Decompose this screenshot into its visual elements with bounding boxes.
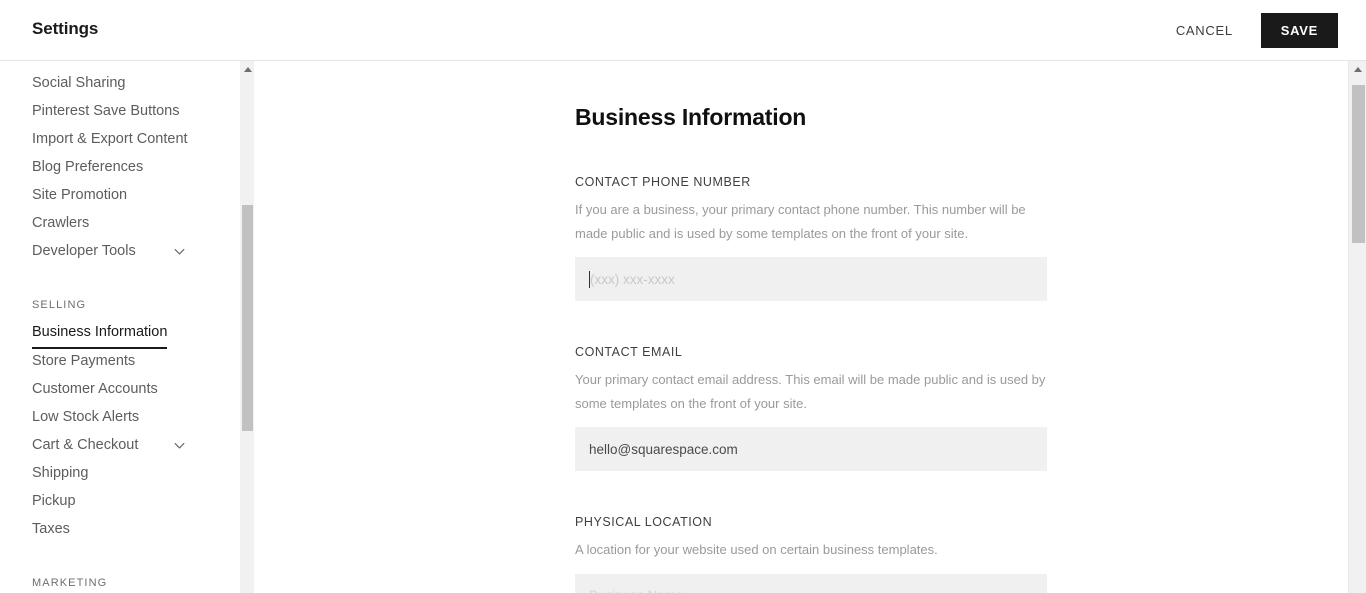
sidebar-item-label: Store Payments [32,353,136,369]
sidebar-item-label: Cart & Checkout [32,437,139,453]
sidebar-item-label: Site Promotion [32,187,128,203]
sidebar-item-blog-preferences[interactable]: Blog Preferences [0,153,240,181]
sidebar-item-label: Customer Accounts [32,381,158,397]
sidebar-item-site-promotion[interactable]: Site Promotion [0,181,240,209]
sidebar-item-social-sharing[interactable]: Social Sharing [0,69,240,97]
triangle-up-glyph [243,66,252,72]
triangle-up-glyph [1353,67,1362,72]
triangle-up-icon[interactable] [240,61,255,77]
sidebar-scrollbar-thumb[interactable] [242,205,253,431]
chevron-down-icon[interactable] [173,245,186,258]
field-group-physical-location: PHYSICAL LOCATION A location for your web… [575,515,1047,593]
chevron-down-icon[interactable] [173,439,186,452]
sidebar-item-label: Import & Export Content [32,131,188,147]
sidebar-item-developer-tools[interactable]: Developer Tools [0,237,240,265]
sidebar-item-label: Crawlers [32,215,90,231]
sidebar-item-business-information[interactable]: Business Information [0,318,240,349]
sidebar-item-label: Social Sharing [32,75,126,91]
sidebar-item-label: Pickup [32,493,76,509]
sidebar-item-label: Low Stock Alerts [32,409,140,425]
field-label: CONTACT PHONE NUMBER [575,175,751,189]
cancel-button[interactable]: CANCEL [1160,13,1249,48]
sidebar-item-label: Pinterest Save Buttons [32,103,180,119]
header-actions: CANCEL SAVE [1160,13,1338,48]
field-description: Your primary contact email address. This… [575,372,1046,411]
physical-location-input[interactable]: Business Name [575,573,1047,593]
sidebar-item-pinterest-save-buttons[interactable]: Pinterest Save Buttons [0,97,240,125]
sidebar-item-label: Blog Preferences [32,159,144,175]
sidebar-item-import-export-content[interactable]: Import & Export Content [0,125,240,153]
sidebar-item-pickup[interactable]: Pickup [0,487,240,515]
business-information-form: Business Information CONTACT PHONE NUMBE… [256,104,1348,593]
page-scrollbar-thumb[interactable] [1352,85,1365,243]
sidebar-item-cart-checkout[interactable]: Cart & Checkout [0,431,240,459]
field-placeholder: (xxx) xxx-xxxx [590,271,675,287]
content-heading: Business Information [575,104,807,130]
main-content: Business Information CONTACT PHONE NUMBE… [256,61,1348,593]
sidebar-section-marketing: MARKETING [32,577,108,589]
field-label: CONTACT EMAIL [575,345,683,359]
contact-phone-number-input[interactable]: (xxx) xxx-xxxx [575,257,1047,301]
field-placeholder: Business Name [589,588,684,593]
field-group-contact-phone-number: CONTACT PHONE NUMBER If you are a busines… [575,175,1047,301]
field-description: A location for your website used on cert… [575,542,938,557]
sidebar-item-label: Business Information [32,318,168,349]
app-header: Settings CANCEL SAVE [0,0,1366,61]
settings-page: Settings CANCEL SAVE Social Sharing Pinte… [0,0,1366,593]
sidebar-item-taxes[interactable]: Taxes [0,515,240,543]
sidebar-item-crawlers[interactable]: Crawlers [0,209,240,237]
sidebar-item-label: Taxes [32,521,70,537]
field-description: If you are a business, your primary cont… [575,202,1026,241]
sidebar-item-label: Developer Tools [32,243,136,259]
field-list: CONTACT PHONE NUMBER If you are a busines… [575,175,1348,593]
field-value: hello@squarespace.com [589,441,738,457]
sidebar-item-store-payments[interactable]: Store Payments [0,347,240,375]
contact-email-input[interactable]: hello@squarespace.com [575,427,1047,471]
page-scrollbar[interactable] [1348,61,1366,593]
sidebar-item-customer-accounts[interactable]: Customer Accounts [0,375,240,403]
field-label: PHYSICAL LOCATION [575,515,713,529]
sidebar-item-label: Shipping [32,465,89,481]
settings-sidebar[interactable]: Social Sharing Pinterest Save Buttons Impo… [0,61,240,593]
triangle-up-icon[interactable] [1349,61,1366,78]
sidebar-item-shipping[interactable]: Shipping [0,459,240,487]
sidebar-item-low-stock-alerts[interactable]: Low Stock Alerts [0,403,240,431]
sidebar-nav-list: Social Sharing Pinterest Save Buttons Impo… [0,61,240,593]
sidebar-section-selling: SELLING [32,299,87,311]
page-title: Settings [32,19,99,38]
sidebar-scrollbar[interactable] [240,61,255,593]
save-button[interactable]: SAVE [1260,13,1338,48]
field-group-contact-email: CONTACT EMAIL Your primary contact email … [575,345,1047,471]
